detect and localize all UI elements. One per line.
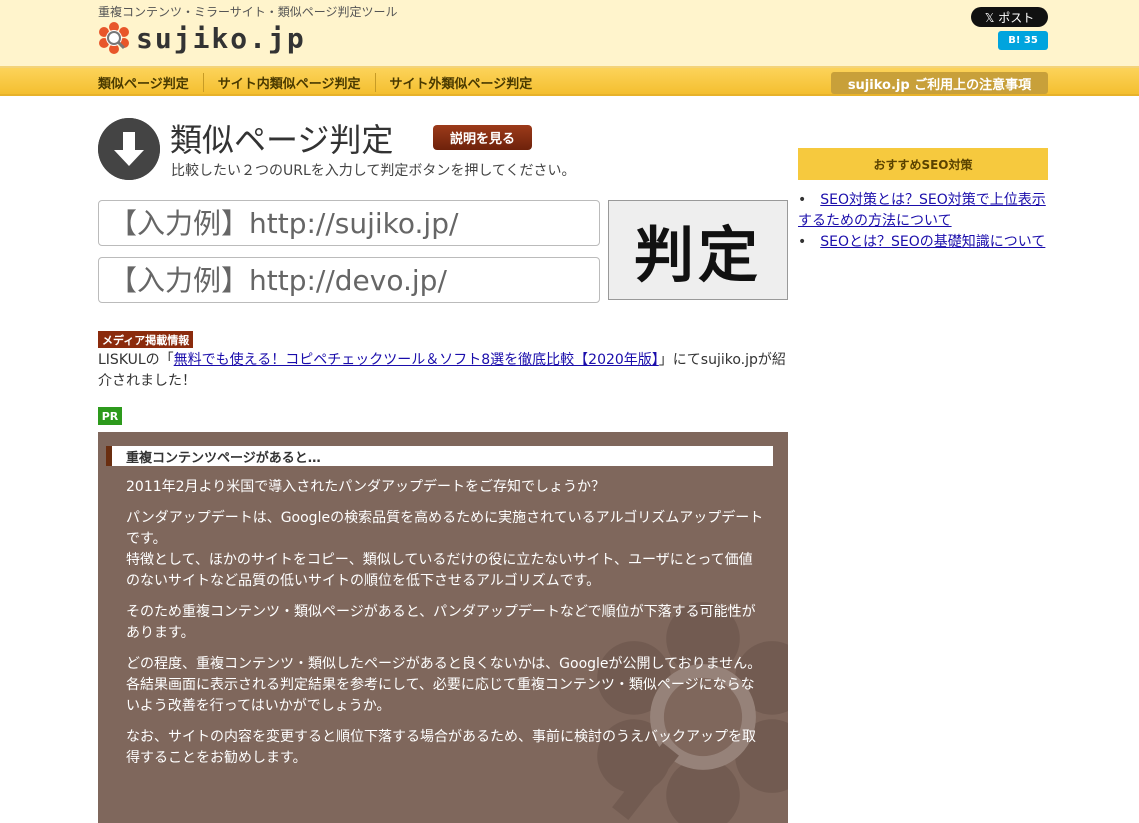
url1-input[interactable] [98,200,600,246]
media-info-badge: メディア掲載情報 [98,331,194,348]
info-heading: 重複コンテンツページがあると… [106,446,773,466]
flower-magnifier-icon [98,22,130,54]
site-tagline: 重複コンテンツ・ミラーサイト・類似ページ判定ツール [98,5,398,19]
info-line: 特徴として、ほかのサイトをコピー、類似しているだけの役に立たないサイト、ユーザに… [126,552,753,589]
list-item: • SEOとは？SEOの基礎知識について [798,232,1048,253]
site-logo[interactable]: sujiko.jp [98,20,306,56]
media-prefix: LISKULの「 [98,352,174,368]
info-paragraph: なお、サイトの内容を変更すると順位下落する場合があるため、事前に検討のうえバック… [126,729,756,766]
page-title: 類似ページ判定 [170,121,394,159]
usage-notice-button[interactable]: sujiko.jp ご利用上の注意事項 [831,72,1048,94]
info-paragraph: パンダアップデートは、Googleの検索品質を高めるために実施されているアルゴリ… [126,508,766,592]
sidebar-heading: おすすめSEO対策 [798,148,1048,180]
info-paragraph: そのため重複コンテンツ・類似ページがあると、パンダアップデートなどで順位が下落す… [126,604,756,641]
nav-item-internal-similar[interactable]: サイト内類似ページ判定 [202,72,375,92]
sidebar-link-seo-basics[interactable]: SEOとは？SEOの基礎知識について [820,234,1045,250]
sidebar-link-seo-measures[interactable]: SEO対策とは？SEO対策で上位表示するための方法について [798,192,1046,229]
logo-text: sujiko.jp [136,21,306,55]
list-item: • SEO対策とは？SEO対策で上位表示するための方法について [798,190,1048,232]
info-line: 各結果画面に表示される判定結果を参考にして、必要に応じて重複コンテンツ・類似ペー… [126,677,755,714]
info-line: パンダアップデートは、Googleの検索品質を高めるために実施されているアルゴリ… [126,510,764,547]
page-subtitle: 比較したい２つのURLを入力して判定ボタンを押してください。 [171,163,576,179]
media-info-text: LISKULの「無料でも使える！コピペチェックツール＆ソフト8選を徹底比較【20… [98,350,788,392]
info-line: どの程度、重複コンテンツ・類似したページがあると良くないかは、Googleが公開… [126,656,762,672]
media-article-link[interactable]: 無料でも使える！コピペチェックツール＆ソフト8選を徹底比較【2020年版】 [174,352,659,368]
url2-input[interactable] [98,257,600,303]
info-box: 重複コンテンツページがあると… 2011年2月より米国で導入されたパンダアップデ… [98,432,788,823]
judge-button[interactable]: 判定 [608,200,788,300]
info-paragraph: 2011年2月より米国で導入されたパンダアップデートをご存知でしょうか？ [126,479,605,495]
info-paragraph: どの程度、重複コンテンツ・類似したページがあると良くないかは、Googleが公開… [126,654,766,717]
hatena-bookmark-button[interactable]: B! 35 [998,31,1048,50]
nav-item-similar-page[interactable]: 類似ページ判定 [98,73,203,92]
info-body: 2011年2月より米国で導入されたパンダアップデートをご存知でしょうか？ パンダ… [126,477,766,779]
nav-item-external-similar[interactable]: サイト外類似ページ判定 [374,72,547,92]
sidebar-link-list: • SEO対策とは？SEO対策で上位表示するための方法について • SEOとは？SE… [798,190,1048,253]
bullet-icon: • [798,234,807,250]
pr-badge: PR [98,407,122,425]
down-arrow-circle-icon [98,118,160,180]
main-nav: 類似ページ判定 サイト内類似ページ判定 サイト外類似ページ判定 sujiko.j… [0,66,1139,96]
x-post-button[interactable]: 𝕏 ポスト [971,7,1048,27]
show-explanation-button[interactable]: 説明を見る [433,125,532,150]
bullet-icon: • [798,192,807,208]
